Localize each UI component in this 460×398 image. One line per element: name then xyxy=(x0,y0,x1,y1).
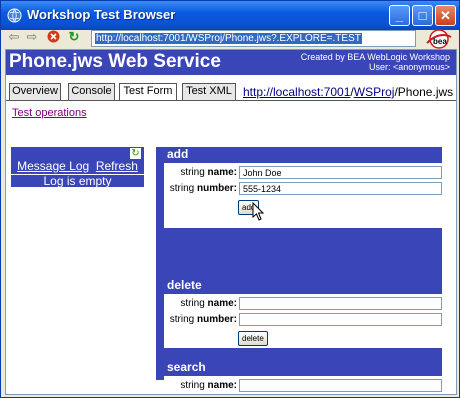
type-prefix: string xyxy=(180,167,208,178)
delete-number-input[interactable] xyxy=(239,313,442,326)
add-name-input[interactable] xyxy=(239,166,442,179)
add-header: add xyxy=(164,147,442,163)
add-name-row: string name: xyxy=(164,166,442,180)
type-prefix: string xyxy=(169,314,197,325)
delete-number-label: string number: xyxy=(170,314,237,325)
add-number-label: string number: xyxy=(170,183,237,194)
log-empty-text: Log is empty xyxy=(11,175,144,187)
minimize-button[interactable]: _ xyxy=(389,5,410,26)
host-link[interactable]: http://localhost:7001 xyxy=(243,85,350,99)
bea-logo-icon: bea xyxy=(426,29,452,49)
search-name-row: string name: xyxy=(164,379,442,393)
forward-icon[interactable]: ⇨ xyxy=(25,30,39,44)
message-log-panel: ↻ Message Log Refresh Log is empty xyxy=(11,147,144,187)
file-name: Phone.jws xyxy=(397,85,454,99)
log-header-text: Message Log Refresh xyxy=(11,159,144,173)
add-name-label: string name: xyxy=(180,167,237,178)
credit-text: Created by BEA WebLogic Workshop User: <… xyxy=(301,52,450,72)
browser-window: Workshop Test Browser _ □ ✕ ⇦ ⇨ ↻ http:/… xyxy=(0,0,460,398)
breadcrumb: http://localhost:7001/WSProj/Phone.jws xyxy=(243,85,453,99)
title-bar[interactable]: Workshop Test Browser _ □ ✕ xyxy=(1,1,459,30)
param-name: number: xyxy=(197,314,237,325)
param-name: name: xyxy=(207,298,237,309)
type-prefix: string xyxy=(180,298,208,309)
globe-icon xyxy=(7,8,22,23)
svg-text:bea: bea xyxy=(433,37,447,46)
message-log-link[interactable]: Message Log xyxy=(17,159,89,173)
refresh-icon[interactable]: ↻ xyxy=(67,30,81,44)
add-operation: add string name: string number: add xyxy=(164,147,442,228)
add-number-row: string number: xyxy=(164,182,442,196)
service-banner: Phone.jws Web Service Created by BEA Web… xyxy=(6,50,456,75)
message-log-header: ↻ Message Log Refresh xyxy=(11,147,144,174)
maximize-button[interactable]: □ xyxy=(412,5,433,26)
tab-overview[interactable]: Overview xyxy=(9,83,61,100)
tab-test-xml[interactable]: Test XML xyxy=(182,83,236,100)
project-link[interactable]: WSProj xyxy=(354,85,395,99)
log-refresh-icon[interactable]: ↻ xyxy=(130,148,141,159)
search-name-input[interactable] xyxy=(239,379,442,392)
address-text: http://localhost:7001/WSProj/Phone.jws?.… xyxy=(95,33,362,44)
navigation-toolbar: ⇦ ⇨ ↻ http://localhost:7001/WSProj/Phone… xyxy=(1,29,459,49)
tab-console[interactable]: Console xyxy=(68,83,115,100)
delete-operation-body: delete string name: string number: delet… xyxy=(164,278,442,346)
credit-line: Created by BEA WebLogic Workshop xyxy=(300,52,450,62)
tab-underline xyxy=(6,100,456,101)
type-prefix: string xyxy=(169,183,197,194)
window-title: Workshop Test Browser xyxy=(27,7,176,22)
stop-icon[interactable] xyxy=(46,30,60,44)
operations-panel: add string name: string number: add xyxy=(156,147,442,394)
delete-number-row: string number: xyxy=(164,313,442,327)
param-name: name: xyxy=(207,167,237,178)
close-button[interactable]: ✕ xyxy=(435,5,456,26)
test-operations-link[interactable]: Test operations xyxy=(12,107,87,119)
search-name-label: string name: xyxy=(180,380,237,391)
search-header: search xyxy=(164,360,442,376)
page-content: Phone.jws Web Service Created by BEA Web… xyxy=(5,49,457,395)
delete-name-label: string name: xyxy=(180,298,237,309)
page-title: Phone.jws Web Service xyxy=(9,51,221,72)
param-name: name: xyxy=(207,380,237,391)
delete-header: delete xyxy=(164,278,442,294)
delete-button[interactable]: delete xyxy=(238,331,268,346)
back-icon[interactable]: ⇦ xyxy=(7,30,21,44)
log-refresh-link[interactable]: Refresh xyxy=(96,159,138,173)
mouse-cursor-icon xyxy=(252,202,265,221)
type-prefix: string xyxy=(180,380,208,391)
user-line: User: <anonymous> xyxy=(368,62,450,72)
address-bar[interactable]: http://localhost:7001/WSProj/Phone.jws?.… xyxy=(91,30,416,47)
param-name: number: xyxy=(197,183,237,194)
tab-test-form[interactable]: Test Form xyxy=(119,83,177,101)
add-number-input[interactable] xyxy=(239,182,442,195)
delete-name-input[interactable] xyxy=(239,297,442,310)
search-operation-body: search string name: search xyxy=(164,360,442,394)
delete-name-row: string name: xyxy=(164,297,442,311)
